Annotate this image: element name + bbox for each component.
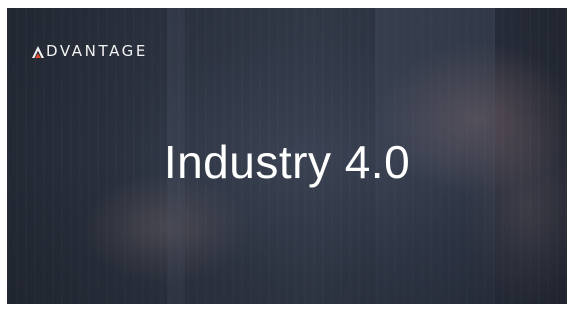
- banner-image: DVANTAGE Industry 4.0: [7, 8, 567, 304]
- logo-a-icon: [31, 44, 45, 58]
- advantage-logo: DVANTAGE: [31, 41, 148, 61]
- logo-text: DVANTAGE: [46, 42, 148, 60]
- headline: Industry 4.0: [163, 136, 411, 188]
